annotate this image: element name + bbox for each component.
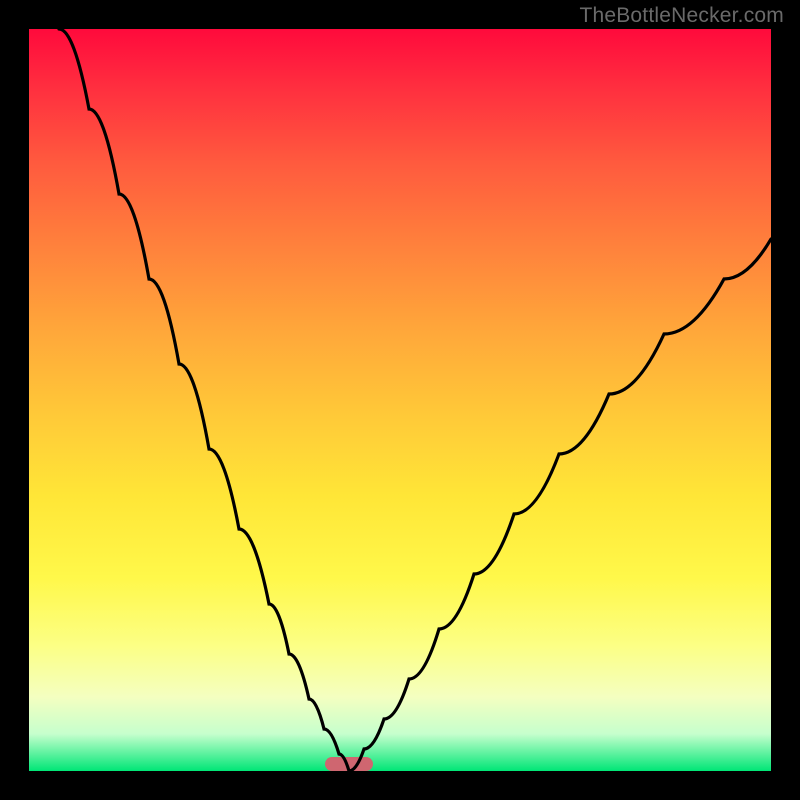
bottleneck-marker [325, 757, 373, 771]
watermark-text: TheBottleNecker.com [579, 4, 784, 28]
chart-plot-area [29, 29, 771, 771]
